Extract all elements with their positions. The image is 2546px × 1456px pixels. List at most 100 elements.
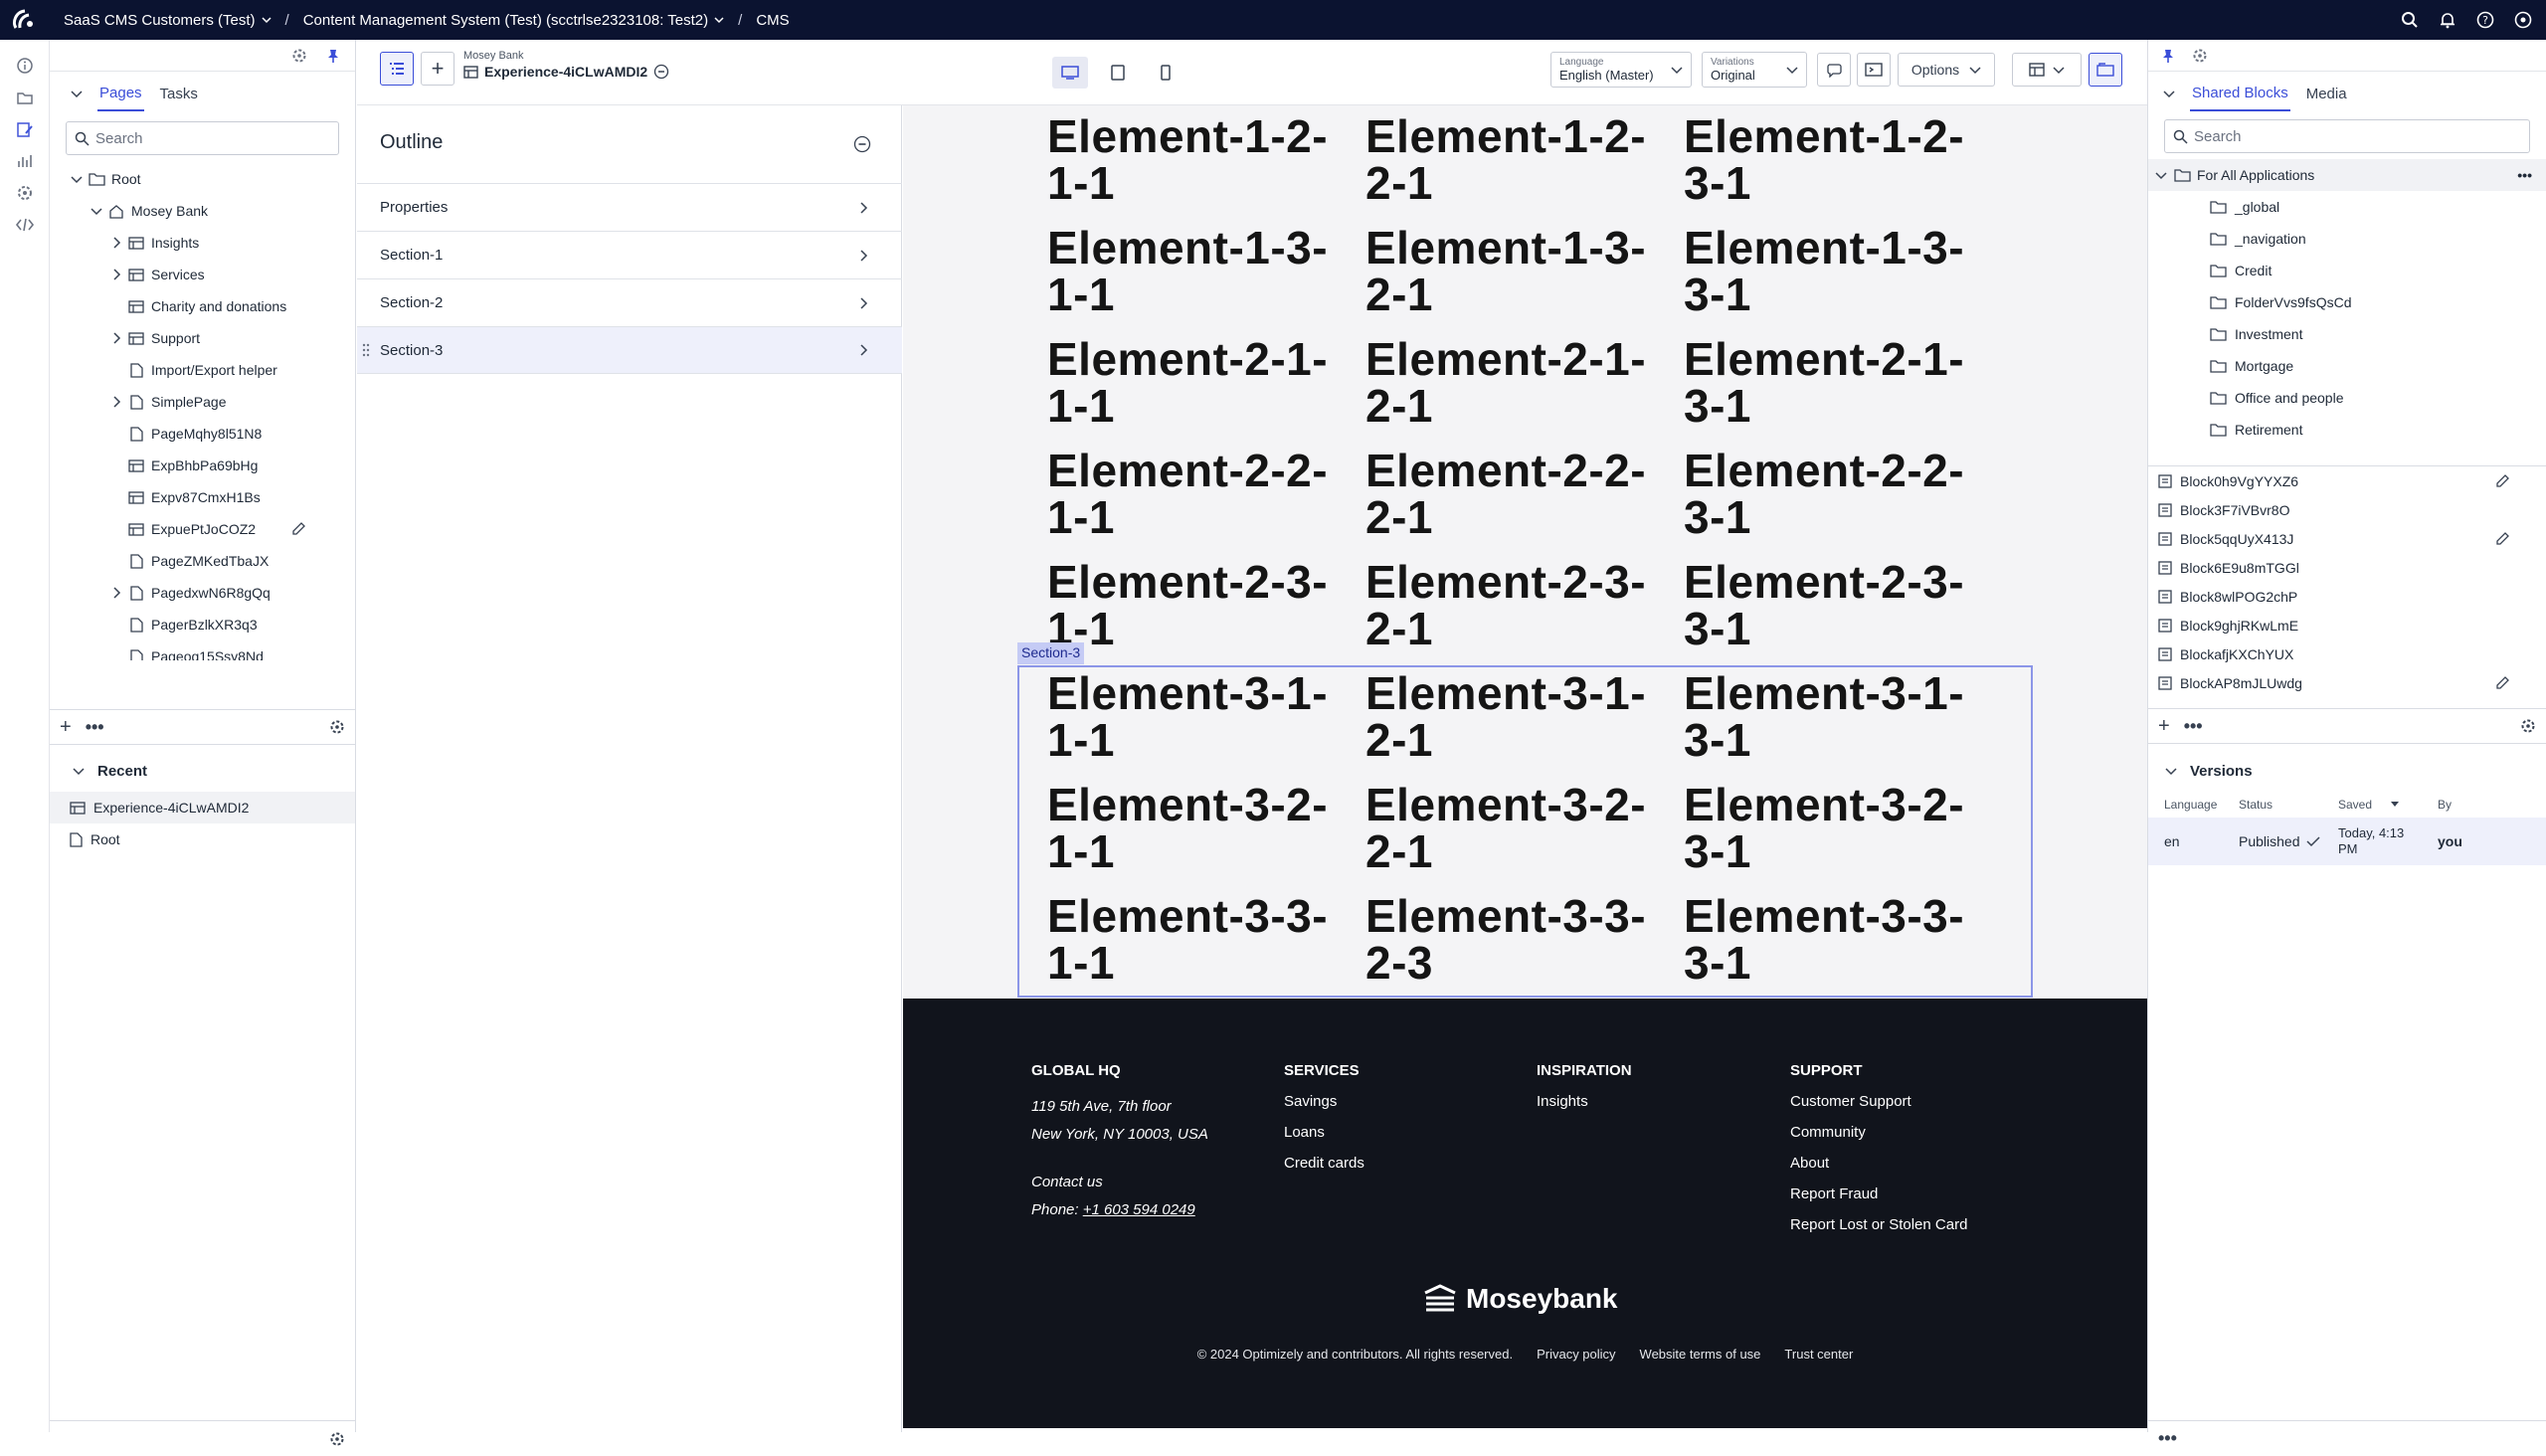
comments-button[interactable]	[1817, 53, 1851, 87]
element-heading[interactable]: Element-1-3- 2-1	[1365, 225, 1684, 336]
folder-item[interactable]: _global	[2148, 191, 2546, 223]
folder-item[interactable]: _navigation	[2148, 223, 2546, 255]
search-icon[interactable]	[2401, 11, 2419, 29]
chevron-down-icon[interactable]	[2148, 170, 2174, 180]
folder-item[interactable]: Office and people	[2148, 382, 2546, 414]
tab-tasks[interactable]: Tasks	[158, 78, 200, 110]
element-heading[interactable]: Element-1-3- 3-1	[1684, 225, 2002, 336]
element-heading[interactable]: Element-2-3- 3-1	[1684, 559, 2002, 670]
code-icon[interactable]	[0, 209, 50, 241]
element-heading[interactable]: Element-2-2- 1-1	[1047, 448, 1365, 559]
optimizely-logo-icon[interactable]	[10, 6, 38, 34]
element-heading[interactable]: Element-1-2- 2-1	[1365, 113, 1684, 225]
tree-item[interactable]: Root	[50, 163, 355, 195]
preview-button[interactable]	[1857, 53, 1891, 87]
pages-search-input[interactable]: Search	[66, 121, 339, 155]
block-item[interactable]: BlockAP8mJLUwdg	[2148, 668, 2546, 697]
breadcrumb-item[interactable]: Content Management System (Test) (scctrl…	[303, 12, 724, 29]
section-tag[interactable]: Section-3	[1017, 642, 1085, 664]
tree-item[interactable]: SimplePage	[50, 386, 355, 418]
tab-media[interactable]: Media	[2304, 78, 2349, 110]
edit-icon[interactable]	[2494, 675, 2510, 691]
breadcrumb-item[interactable]: CMS	[756, 12, 789, 29]
more-icon[interactable]: •••	[2184, 716, 2203, 737]
version-row[interactable]: en Published Today, 4:13 PM you	[2148, 818, 2546, 865]
chart-icon[interactable]	[0, 145, 50, 177]
collapse-outline-icon[interactable]	[853, 135, 871, 153]
assets-panel-toggle-button[interactable]	[2089, 53, 2122, 87]
outline-row[interactable]: Section-3	[357, 326, 902, 374]
drag-handle-icon[interactable]	[362, 343, 370, 357]
section-highlight[interactable]	[1017, 665, 2033, 998]
variation-select[interactable]: Variations Original	[1702, 52, 1807, 88]
collapse-chevron-icon[interactable]	[70, 87, 84, 100]
mobile-view-icon[interactable]	[1148, 57, 1183, 89]
edit-icon[interactable]	[2494, 531, 2510, 547]
folder-item[interactable]: Mortgage	[2148, 350, 2546, 382]
block-item[interactable]: Block6E9u8mTGGl	[2148, 553, 2546, 582]
settings-icon[interactable]	[2514, 11, 2532, 29]
tree-item[interactable]: Expv87CmxH1Bs	[50, 481, 355, 513]
tree-item[interactable]: Mosey Bank	[50, 195, 355, 227]
footer-legal-link[interactable]: Privacy policy	[1537, 1347, 1615, 1362]
collapse-chevron-icon[interactable]	[72, 764, 86, 778]
settings-icon[interactable]	[329, 1431, 345, 1447]
block-item[interactable]: Block5qqUyX413J	[2148, 524, 2546, 553]
collapse-chevron-icon[interactable]	[2164, 764, 2178, 778]
element-heading[interactable]: Element-2-2- 3-1	[1684, 448, 2002, 559]
col-saved[interactable]: Saved	[2338, 798, 2438, 812]
edit-icon[interactable]	[2494, 473, 2510, 489]
chevron-right-icon[interactable]	[107, 332, 125, 344]
more-icon[interactable]: •••	[2158, 1428, 2177, 1449]
outline-row[interactable]: Properties	[357, 183, 902, 231]
blocks-search-input[interactable]: Search	[2164, 119, 2530, 153]
recent-item[interactable]: Root	[50, 823, 355, 855]
tree-item[interactable]: ExpBhbPa69bHg	[50, 450, 355, 481]
footer-link[interactable]: Insights	[1537, 1093, 1632, 1110]
tree-item[interactable]: PageMqhy8l51N8	[50, 418, 355, 450]
footer-link[interactable]: Report Fraud	[1790, 1185, 1967, 1202]
status-minus-icon[interactable]	[653, 64, 669, 80]
breadcrumb-item[interactable]: SaaS CMS Customers (Test)	[64, 12, 272, 29]
add-icon[interactable]: +	[60, 716, 72, 739]
footer-link[interactable]: Credit cards	[1284, 1155, 1364, 1172]
outline-row[interactable]: Section-1	[357, 231, 902, 278]
outline-toggle-button[interactable]	[380, 52, 414, 86]
tree-item[interactable]: Insights	[50, 227, 355, 259]
chevron-down-icon[interactable]	[88, 206, 105, 216]
pin-icon[interactable]	[2160, 48, 2176, 64]
edit-page-icon[interactable]	[0, 113, 50, 145]
desktop-view-icon[interactable]	[1052, 57, 1088, 89]
layout-menu-button[interactable]	[2012, 53, 2082, 87]
edit-icon[interactable]	[290, 521, 306, 537]
folder-icon[interactable]	[0, 82, 50, 113]
add-button[interactable]: +	[421, 52, 455, 86]
block-item[interactable]: Block0h9VgYYXZ6	[2148, 466, 2546, 495]
help-icon[interactable]: ?	[2476, 11, 2494, 29]
gear-icon[interactable]	[0, 177, 50, 209]
footer-link[interactable]: About	[1790, 1155, 1967, 1172]
block-item[interactable]: Block9ghjRKwLmE	[2148, 611, 2546, 639]
element-heading[interactable]: Element-1-2- 3-1	[1684, 113, 2002, 225]
chevron-right-icon[interactable]	[107, 587, 125, 599]
element-heading[interactable]: Element-2-1- 3-1	[1684, 336, 2002, 448]
footer-link[interactable]: Loans	[1284, 1124, 1364, 1141]
recent-item[interactable]: Experience-4iCLwAMDI2	[50, 792, 355, 823]
tree-item[interactable]: Pageoq15Ssy8Nd	[50, 640, 355, 660]
footer-link[interactable]: Customer Support	[1790, 1093, 1967, 1110]
folder-item[interactable]: FolderVvs9fsQsCd	[2148, 286, 2546, 318]
tree-item[interactable]: Support	[50, 322, 355, 354]
tab-pages[interactable]: Pages	[97, 77, 144, 111]
element-heading[interactable]: Element-1-3- 1-1	[1047, 225, 1365, 336]
tree-item[interactable]: PagerBzlkXR3q3	[50, 609, 355, 640]
folder-root[interactable]: For All Applications •••	[2148, 159, 2546, 191]
element-heading[interactable]: Element-2-3- 1-1	[1047, 559, 1365, 670]
block-item[interactable]: Block3F7iVBvr8O	[2148, 495, 2546, 524]
tab-shared-blocks[interactable]: Shared Blocks	[2190, 77, 2290, 111]
collapse-chevron-icon[interactable]	[2162, 87, 2176, 100]
settings-icon[interactable]	[2192, 48, 2208, 64]
tree-item[interactable]: Services	[50, 259, 355, 290]
language-select[interactable]: Language English (Master)	[1550, 52, 1692, 88]
footer-link[interactable]: Report Lost or Stolen Card	[1790, 1216, 1967, 1233]
element-heading[interactable]: Element-2-2- 2-1	[1365, 448, 1684, 559]
